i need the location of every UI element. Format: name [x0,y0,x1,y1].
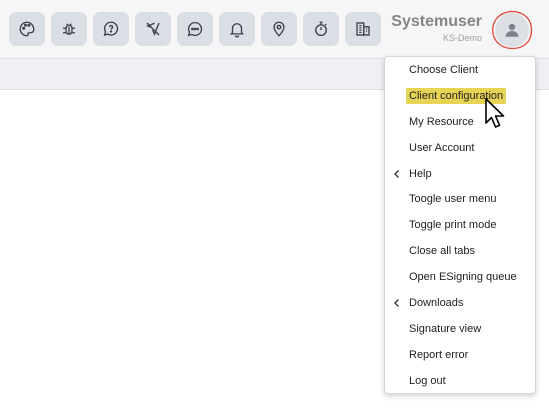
menu-item-label: My Resource [409,115,474,128]
theme-button[interactable] [9,12,45,46]
menu-item-label: Help [409,167,432,180]
bug-icon [63,23,75,35]
menu-item-downloads[interactable]: Downloads [385,290,535,316]
menu-item-help[interactable]: Help [385,161,535,187]
menu-item-label: Toggle print mode [409,219,497,232]
user-name: Systemuser [391,13,482,30]
stopwatch-icon [315,21,327,37]
organization-button[interactable] [345,12,381,46]
help-chat-icon [103,21,119,36]
menu-item-log-out[interactable]: Log out [385,368,535,394]
location-off-icon [145,22,160,36]
menu-item-user-account[interactable]: User Account [385,135,535,161]
location-toggle-button[interactable] [135,12,171,46]
menu-item-my-resource[interactable]: My Resource [385,109,535,135]
menu-item-label: Choose Client [409,63,479,76]
chat-icon [187,21,203,37]
menu-item-label: Downloads [409,296,464,309]
menu-item-open-esigning-queue[interactable]: Open ESigning queue [385,264,535,290]
menu-item-label: Signature view [409,322,482,335]
user-info: Systemuser KS-Demo [391,13,482,44]
menu-item-client-configuration[interactable]: Client configuration [385,83,535,109]
menu-item-label: Toogle user menu [409,193,497,206]
menu-item-report-error[interactable]: Report error [385,342,535,368]
chevron-left-icon [394,169,399,178]
map-pin-icon [273,21,285,37]
building-icon [356,22,370,36]
debug-button[interactable] [51,12,87,46]
help-button[interactable] [93,12,129,46]
bell-icon [229,23,245,38]
chevron-left-icon [394,298,399,307]
avatar-area [490,9,534,51]
menu-item-label: Close all tabs [409,245,476,258]
menu-item-toggle-user-menu[interactable]: Toogle user menu [385,186,535,212]
notifications-button[interactable] [219,12,255,46]
menu-item-label: User Account [409,141,475,154]
menu-item-label: Open ESigning queue [409,271,517,284]
menu-item-signature-view[interactable]: Signature view [385,316,535,342]
menu-item-toggle-print-mode[interactable]: Toggle print mode [385,212,535,238]
toolbar-icon-row [9,12,381,46]
palette-icon [19,21,35,37]
top-toolbar: Systemuser KS-Demo [0,0,549,58]
annotation-circle [492,10,533,50]
menu-item-label: Client configuration [406,87,507,104]
menu-item-label: Log out [409,374,446,387]
menu-item-close-all-tabs[interactable]: Close all tabs [385,238,535,264]
menu-item-choose-client[interactable]: Choose Client [385,57,535,83]
timer-button[interactable] [303,12,339,46]
user-client-name: KS-Demo [442,33,482,43]
location-button[interactable] [261,12,297,46]
user-menu: Choose Client Client configuration My Re… [384,56,536,394]
chat-button[interactable] [177,12,213,46]
menu-item-label: Report error [409,348,469,361]
